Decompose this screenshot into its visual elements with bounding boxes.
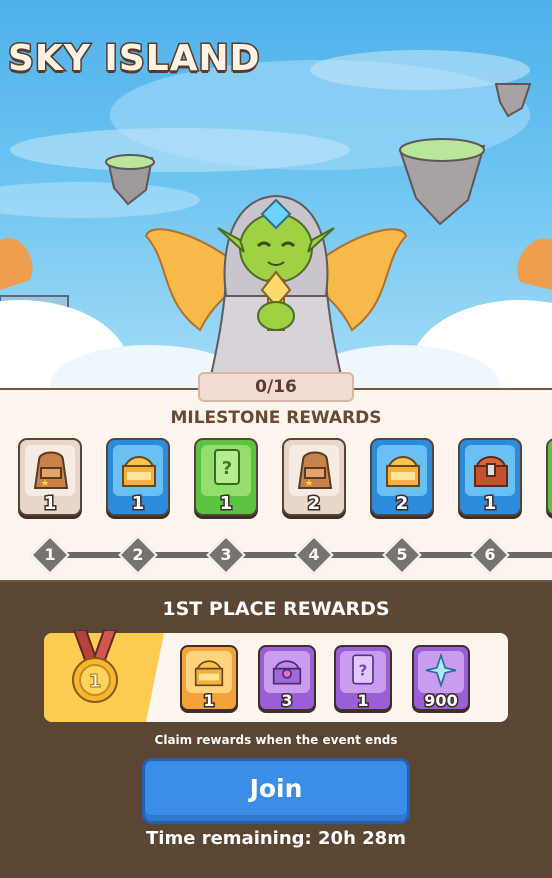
reward-quantity: 3 xyxy=(280,690,294,712)
milestone-node-label: 1 xyxy=(44,545,56,564)
reward-quantity: 2 xyxy=(394,492,410,516)
gold-chest-icon xyxy=(122,456,156,487)
reward-quantity: 900 xyxy=(423,690,459,712)
backpack-icon xyxy=(33,451,69,489)
reward-quantity: 1 xyxy=(482,492,498,516)
join-button[interactable]: Join xyxy=(142,758,410,824)
event-title: SKY ISLAND xyxy=(7,37,262,81)
event-banner: SKY ISLAND xyxy=(0,0,552,390)
first-place-reward-4[interactable]: 900 xyxy=(412,645,470,712)
milestone-node-label: 3 xyxy=(220,545,232,564)
milestone-node-label: 5 xyxy=(396,545,408,564)
reward-quantity: 1 xyxy=(202,690,216,712)
medal-rank: 1 xyxy=(89,671,102,692)
milestone-node-label: 4 xyxy=(308,545,320,564)
gold-chest-icon xyxy=(194,660,224,687)
floating-rock-icon xyxy=(398,138,486,226)
milestone-node-label: 6 xyxy=(484,545,496,564)
treasure-chest-icon xyxy=(474,456,508,487)
milestone-rewards-title: MILESTONE REWARDS xyxy=(170,408,382,428)
purple-chest-icon xyxy=(272,660,302,685)
mystery-card-icon: ? xyxy=(214,449,240,485)
backpack-icon xyxy=(297,451,333,489)
claim-rewards-note: Claim rewards when the event ends xyxy=(154,733,398,747)
milestone-reward-2[interactable]: 1 xyxy=(106,438,170,516)
first-place-reward-2[interactable]: 3 xyxy=(258,645,316,712)
gold-medal-icon: 1 xyxy=(72,630,118,703)
reward-quantity: 1 xyxy=(356,690,370,712)
milestone-reward-5[interactable]: 2 xyxy=(370,438,434,516)
sparkle-gem-icon xyxy=(425,652,457,688)
milestone-progress: 0/16 xyxy=(198,372,354,402)
time-remaining: Time remaining: 20h 28m xyxy=(146,828,406,849)
svg-text:?: ? xyxy=(359,661,368,679)
gold-chest-icon xyxy=(386,456,420,487)
milestone-reward-4[interactable]: 2 xyxy=(282,438,346,516)
milestone-reward-1[interactable]: 1 xyxy=(18,438,82,516)
milestone-reward-3[interactable]: ? 1 xyxy=(194,438,258,516)
reward-quantity: 1 xyxy=(42,492,58,516)
reward-quantity: 1 xyxy=(218,492,234,516)
milestone-reward-next[interactable] xyxy=(546,438,552,516)
first-place-reward-3[interactable]: ? 1 xyxy=(334,645,392,712)
reward-quantity: 2 xyxy=(306,492,322,516)
first-place-title: 1ST PLACE REWARDS xyxy=(162,598,390,620)
milestone-reward-6[interactable]: 1 xyxy=(458,438,522,516)
reward-quantity: 1 xyxy=(130,492,146,516)
svg-text:?: ? xyxy=(222,458,232,479)
milestone-rewards-panel[interactable]: MILESTONE REWARDS 1 1 ? 1 2 2 1 1 2 3 4 … xyxy=(0,388,552,582)
mystery-card-icon: ? xyxy=(352,654,374,685)
first-place-reward-1[interactable]: 1 xyxy=(180,645,238,712)
milestone-node-label: 2 xyxy=(132,545,144,564)
